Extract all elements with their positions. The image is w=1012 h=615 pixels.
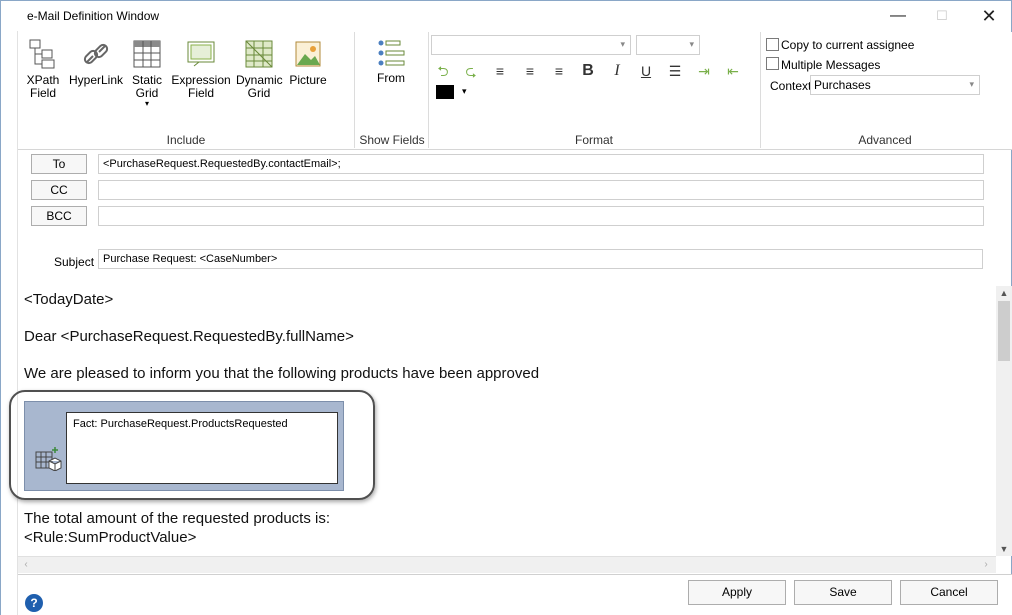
hyperlink-button[interactable]: HyperLink <box>68 38 124 87</box>
message-body-editor[interactable]: <TodayDate> Dear <PurchaseRequest.Reques… <box>18 286 996 556</box>
expression-field-button[interactable]: Expression Field <box>171 38 231 100</box>
bcc-field[interactable] <box>98 206 984 226</box>
align-right-icon[interactable]: ≡ <box>549 61 569 81</box>
show-fields-icon <box>378 40 405 66</box>
scroll-right-icon[interactable]: › <box>978 557 994 573</box>
body-line-date: <TodayDate> <box>24 291 114 308</box>
format-group-label: Format <box>574 133 613 147</box>
from-label: From <box>377 71 405 85</box>
copy-to-assignee-checkbox[interactable] <box>766 38 779 51</box>
scroll-up-icon[interactable]: ▲ <box>996 286 1012 300</box>
apply-button[interactable]: Apply <box>688 580 786 605</box>
window-title: e-Mail Definition Window <box>27 9 160 23</box>
help-icon[interactable]: ? <box>25 594 43 612</box>
picture-label: Picture <box>289 73 327 87</box>
scroll-down-icon[interactable]: ▼ <box>996 542 1012 556</box>
context-dropdown[interactable]: Purchases ▾ <box>810 75 980 95</box>
context-label: Context <box>770 79 812 93</box>
chevron-down-icon: ▾ <box>144 99 149 108</box>
advanced-group-label: Advanced <box>858 133 912 147</box>
grid-fact-box[interactable]: Fact: PurchaseRequest.ProductsRequested <box>66 412 338 484</box>
picture-button[interactable]: Picture <box>286 38 330 87</box>
static-grid-label: Static Grid <box>131 73 162 100</box>
close-button[interactable]: ✕ <box>974 5 1004 27</box>
dynamic-grid-block[interactable]: Fact: PurchaseRequest.ProductsRequested <box>24 401 344 491</box>
font-size-dropdown[interactable]: ▾ <box>636 35 700 55</box>
body-line-rule: <Rule:SumProductValue> <box>24 529 197 546</box>
multiple-messages-checkbox[interactable] <box>766 57 779 70</box>
horizontal-scrollbar[interactable]: ‹ › <box>18 556 996 573</box>
outdent-icon[interactable]: ⇤ <box>723 61 743 81</box>
body-line-greeting: Dear <PurchaseRequest.RequestedBy.fullNa… <box>24 328 354 345</box>
expression-field-label: Expression Field <box>171 73 231 100</box>
picture-icon <box>295 41 321 67</box>
font-name-dropdown[interactable]: ▾ <box>431 35 631 55</box>
scroll-left-icon[interactable]: ‹ <box>18 557 34 573</box>
subject-field[interactable]: Purchase Request: <CaseNumber> <box>98 249 983 269</box>
expression-field-icon <box>187 41 215 67</box>
redo-icon[interactable]: ⮎ <box>461 61 481 81</box>
scroll-thumb[interactable] <box>998 301 1010 361</box>
body-line-total: The total amount of the requested produc… <box>24 510 331 527</box>
left-strip <box>1 31 18 615</box>
dialog-button-bar: Apply Save Cancel <box>18 574 1012 615</box>
align-left-icon[interactable]: ≡ <box>490 61 510 81</box>
body-line-intro: We are pleased to inform you that the fo… <box>24 365 540 382</box>
group-divider <box>428 32 429 148</box>
dynamic-grid-button[interactable]: Dynamic Grid <box>236 38 283 100</box>
static-grid-button[interactable]: Static Grid ▾ <box>128 38 166 108</box>
from-button[interactable]: From <box>368 38 414 85</box>
hyperlink-label: HyperLink <box>68 73 124 87</box>
bold-button[interactable]: B <box>578 61 598 81</box>
chevron-down-icon: ▾ <box>689 39 694 49</box>
subject-label: Subject <box>54 255 95 269</box>
chevron-down-icon: ▾ <box>969 79 974 89</box>
group-divider <box>760 32 761 148</box>
dynamic-grid-label: Dynamic Grid <box>236 73 283 100</box>
xpath-field-icon <box>29 39 55 69</box>
copy-to-assignee-label: Copy to current assignee <box>781 38 915 52</box>
save-button[interactable]: Save <box>794 580 892 605</box>
indent-icon[interactable]: ⇥ <box>694 61 714 81</box>
align-center-icon[interactable]: ≡ <box>520 61 540 81</box>
bcc-button[interactable]: BCC <box>31 206 87 226</box>
hyperlink-icon <box>83 43 109 65</box>
font-color-swatch[interactable] <box>436 85 454 99</box>
static-grid-icon <box>133 40 161 68</box>
undo-icon[interactable]: ⮌ <box>433 61 453 81</box>
dynamic-grid-icon <box>245 40 273 68</box>
vertical-scrollbar[interactable]: ▲ ▼ <box>996 286 1012 556</box>
to-field[interactable]: <PurchaseRequest.RequestedBy.contactEmai… <box>98 154 984 174</box>
email-definition-window: e-Mail Definition Window — ☐ ✕ XPath Fiel… <box>0 0 1012 615</box>
minimize-button[interactable]: — <box>883 5 913 27</box>
multiple-messages-label: Multiple Messages <box>781 58 881 72</box>
show-fields-group-label: Show Fields <box>359 133 425 147</box>
chevron-down-icon[interactable]: ▾ <box>462 86 467 97</box>
title-bar: e-Mail Definition Window — ☐ ✕ <box>1 1 1011 31</box>
italic-button[interactable]: I <box>607 61 627 81</box>
grid-fact-label: Fact: PurchaseRequest.ProductsRequested <box>73 418 288 430</box>
to-button[interactable]: To <box>31 154 87 174</box>
underline-button[interactable]: U <box>636 61 656 81</box>
xpath-field-label: XPath Field <box>26 73 60 100</box>
dynamic-grid-insert-icon <box>35 447 62 471</box>
group-divider <box>354 32 355 148</box>
cancel-button[interactable]: Cancel <box>900 580 998 605</box>
bullet-list-icon[interactable]: ☰ <box>665 61 685 81</box>
cc-field[interactable] <box>98 180 984 200</box>
chevron-down-icon: ▾ <box>620 39 625 49</box>
xpath-field-button[interactable]: XPath Field <box>22 38 64 100</box>
cc-button[interactable]: CC <box>31 180 87 200</box>
maximize-button[interactable]: ☐ <box>927 5 957 27</box>
include-group-label: Include <box>166 133 206 147</box>
ribbon: XPath Field HyperLink Static Grid ▾ Expr… <box>18 32 1012 150</box>
